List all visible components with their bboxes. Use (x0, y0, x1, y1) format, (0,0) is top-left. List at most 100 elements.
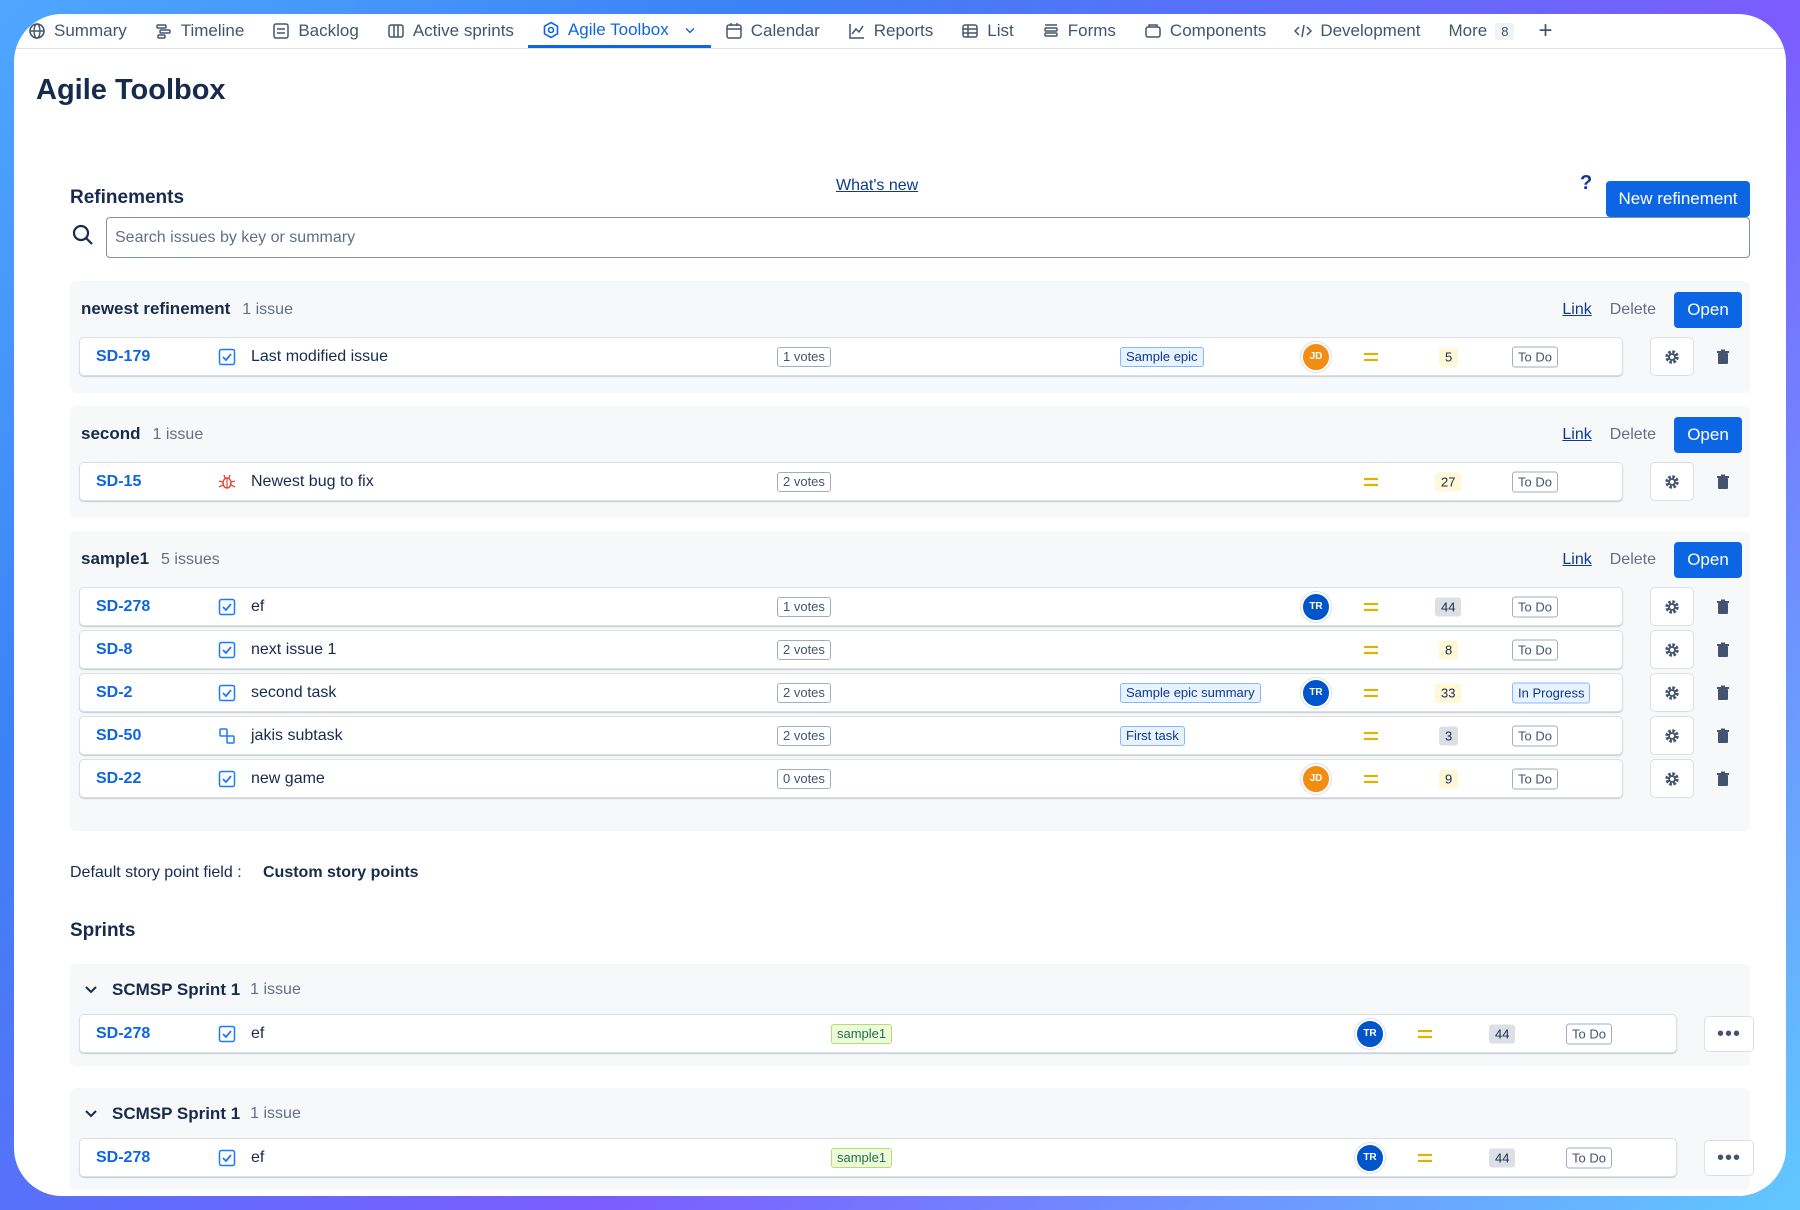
issue-key[interactable]: SD-2 (96, 684, 132, 702)
priority-medium-icon (1418, 1029, 1432, 1038)
trash-icon[interactable] (1715, 599, 1731, 615)
sprint-header[interactable]: SCMSP Sprint 1 1 issue (84, 1104, 301, 1124)
issue-row[interactable]: SD-15 Newest bug to fix 2 votes 27 To Do (79, 462, 1623, 501)
status-badge: To Do (1566, 1023, 1612, 1044)
link-action[interactable]: Link (1562, 301, 1591, 319)
gear-icon (1665, 474, 1679, 489)
votes-badge: 1 votes (777, 596, 831, 617)
settings-button[interactable] (1650, 462, 1694, 501)
tab-components[interactable]: Components (1130, 14, 1280, 48)
more-actions-button[interactable]: ••• (1704, 1016, 1754, 1052)
sprint-header[interactable]: SCMSP Sprint 1 1 issue (84, 980, 301, 1000)
issue-row[interactable]: SD-50 jakis subtask 2 votes First task 3… (79, 716, 1623, 755)
link-action[interactable]: Link (1562, 426, 1591, 444)
tab-forms[interactable]: Forms (1028, 14, 1130, 48)
link-action[interactable]: Link (1562, 551, 1591, 569)
help-icon[interactable]: ? (1580, 172, 1592, 195)
status-badge: To Do (1512, 725, 1558, 746)
refinements-title: Refinements (70, 187, 185, 208)
trash-icon[interactable] (1715, 474, 1731, 490)
task-checkbox-icon (218, 684, 236, 701)
gear-icon (1665, 685, 1679, 700)
issue-summary: jakis subtask (251, 726, 343, 744)
issue-summary: ef (251, 1148, 265, 1166)
tab-label: Summary (54, 21, 127, 40)
gear-icon (1665, 728, 1679, 743)
trash-icon[interactable] (1715, 642, 1731, 658)
trash-icon[interactable] (1715, 771, 1731, 787)
priority-medium-icon (1364, 352, 1378, 361)
settings-button[interactable] (1650, 673, 1694, 712)
open-button[interactable]: Open (1674, 417, 1742, 453)
tab-timeline[interactable]: Timeline (141, 14, 259, 48)
settings-button[interactable] (1650, 716, 1694, 755)
issue-row[interactable]: SD-179 Last modified issue 1 votes Sampl… (79, 337, 1623, 376)
issue-key[interactable]: SD-278 (96, 1149, 150, 1167)
delete-action[interactable]: Delete (1610, 551, 1656, 569)
tab-summary[interactable]: Summary (14, 14, 141, 48)
more-actions-button[interactable]: ••• (1704, 1140, 1754, 1176)
sprint-count: 1 issue (250, 981, 301, 998)
issue-key[interactable]: SD-22 (96, 770, 141, 788)
tab-development[interactable]: Development (1280, 14, 1434, 48)
trash-icon[interactable] (1715, 728, 1731, 744)
tab-active-sprints[interactable]: Active sprints (373, 14, 528, 48)
ellipsis-icon: ••• (1716, 1146, 1741, 1169)
delete-action[interactable]: Delete (1610, 301, 1656, 319)
subtask-icon (219, 727, 235, 744)
issue-row[interactable]: SD-2 second task 2 votes Sample epic sum… (79, 673, 1623, 712)
tab-label: List (987, 21, 1014, 40)
default-field-label: Default story point field : (70, 864, 242, 881)
tab-calendar[interactable]: Calendar (711, 14, 834, 48)
chevron-down-icon[interactable] (84, 983, 98, 997)
group-actions: Link Delete Open (1562, 417, 1742, 453)
issue-key[interactable]: SD-15 (96, 473, 141, 491)
tab-more[interactable]: More 8 (1434, 14, 1528, 48)
issue-summary: second task (251, 683, 337, 701)
settings-button[interactable] (1650, 337, 1694, 376)
group-header: sample1 5 issues (81, 549, 220, 569)
refinement-tag: sample1 (831, 1023, 893, 1044)
open-button[interactable]: Open (1674, 542, 1742, 578)
issue-key[interactable]: SD-278 (96, 598, 150, 616)
forms-icon (1044, 24, 1058, 37)
chart-icon (849, 24, 864, 39)
issue-key[interactable]: SD-8 (96, 641, 132, 659)
issue-row[interactable]: SD-22 new game 0 votes JD 9 To Do (79, 759, 1623, 798)
app-window: Summary Timeline Backlog Active sprints … (14, 14, 1786, 1196)
more-count-badge: 8 (1495, 22, 1515, 40)
tab-reports[interactable]: Reports (834, 14, 948, 48)
tab-label: Calendar (750, 21, 820, 40)
task-checkbox-icon (218, 770, 236, 787)
whats-new-link[interactable]: What's new (836, 177, 918, 195)
search-icon (72, 224, 93, 245)
avatar: TR (1355, 1142, 1385, 1173)
trash-icon[interactable] (1715, 349, 1731, 365)
issue-key[interactable]: SD-50 (96, 727, 141, 745)
issue-key[interactable]: SD-278 (96, 1025, 150, 1043)
add-tab-button[interactable]: + (1528, 14, 1562, 48)
settings-button[interactable] (1650, 759, 1694, 798)
chevron-down-icon[interactable] (84, 1107, 98, 1121)
sprint-issue-row[interactable]: SD-278 ef sample1 TR 44 To Do (79, 1014, 1677, 1053)
tab-backlog[interactable]: Backlog (258, 14, 372, 48)
sprint-issue-row[interactable]: SD-278 ef sample1 TR 44 To Do (79, 1138, 1677, 1177)
gear-icon (1665, 642, 1679, 657)
components-icon (1145, 24, 1161, 38)
open-button[interactable]: Open (1674, 292, 1742, 328)
issue-row[interactable]: SD-278 ef 1 votes TR 44 To Do (79, 587, 1623, 626)
search-input[interactable] (106, 217, 1750, 258)
new-refinement-button[interactable]: New refinement (1606, 181, 1750, 217)
status-badge: To Do (1512, 768, 1558, 789)
group-header: newest refinement 1 issue (81, 299, 293, 319)
settings-button[interactable] (1650, 587, 1694, 626)
tab-list[interactable]: List (947, 14, 1027, 48)
trash-icon[interactable] (1715, 685, 1731, 701)
issue-key[interactable]: SD-179 (96, 348, 150, 366)
tab-agile-toolbox[interactable]: Agile Toolbox (527, 14, 711, 48)
gear-icon (1665, 349, 1679, 364)
delete-action[interactable]: Delete (1610, 426, 1656, 444)
settings-button[interactable] (1650, 630, 1694, 669)
group-count: 5 issues (161, 551, 220, 568)
issue-row[interactable]: SD-8 next issue 1 2 votes 8 To Do (79, 630, 1623, 669)
